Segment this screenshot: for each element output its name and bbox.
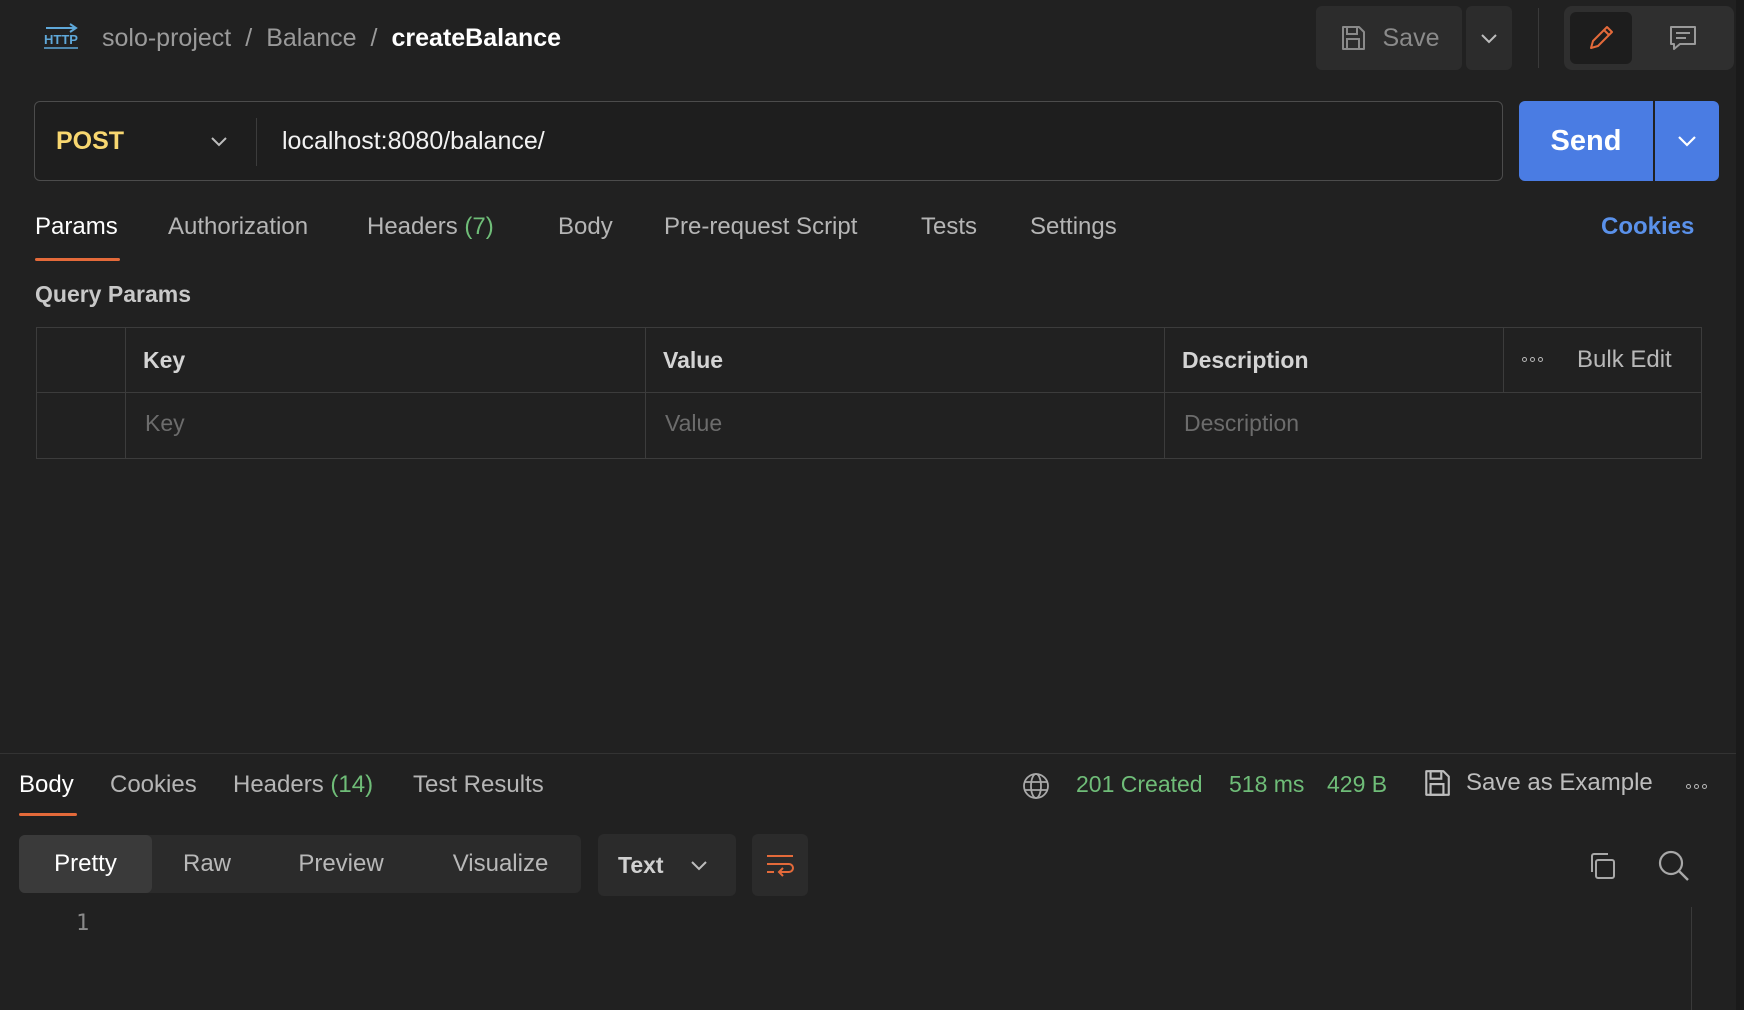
view-preview[interactable]: Preview — [262, 835, 420, 893]
window-edge — [1736, 0, 1744, 1010]
response-headers-count: (14) — [330, 771, 374, 798]
response-headers-label: Headers — [233, 771, 324, 798]
breadcrumb-separator: / — [245, 23, 253, 52]
active-tab-indicator — [19, 813, 77, 816]
edit-mode-button[interactable] — [1570, 12, 1632, 64]
response-tab-body[interactable]: Body — [19, 771, 74, 799]
column-divider — [1164, 327, 1165, 459]
chevron-down-icon — [690, 859, 708, 871]
format-select[interactable]: Text — [598, 834, 736, 896]
more-dots-icon[interactable] — [1522, 357, 1543, 362]
format-label: Text — [618, 851, 664, 878]
copy-icon[interactable] — [1582, 846, 1622, 886]
send-options-button[interactable] — [1655, 101, 1719, 181]
tab-pre-request-script[interactable]: Pre-request Script — [664, 213, 857, 241]
tab-params[interactable]: Params — [35, 213, 118, 241]
status-code[interactable]: 201 Created — [1076, 771, 1203, 798]
response-tab-test-results[interactable]: Test Results — [413, 771, 544, 799]
view-raw[interactable]: Raw — [152, 835, 262, 893]
tab-settings[interactable]: Settings — [1030, 213, 1117, 241]
save-label: Save — [1382, 23, 1440, 52]
bulk-edit-button[interactable]: Bulk Edit — [1577, 346, 1672, 374]
param-value-input[interactable] — [665, 403, 1145, 443]
floppy-disk-icon — [1422, 768, 1452, 798]
divider — [256, 118, 257, 166]
response-pane-divider[interactable] — [0, 753, 1744, 754]
active-tab-indicator — [35, 258, 120, 261]
save-options-button[interactable] — [1466, 6, 1512, 70]
column-divider — [645, 327, 646, 459]
globe-icon[interactable] — [1021, 771, 1051, 801]
query-params-title: Query Params — [35, 281, 191, 307]
tab-body[interactable]: Body — [558, 213, 613, 241]
table-row-divider — [36, 392, 1702, 393]
save-button[interactable]: Save — [1316, 6, 1462, 70]
param-description-input[interactable] — [1184, 403, 1684, 443]
column-header-key: Key — [143, 347, 186, 373]
view-visualize[interactable]: Visualize — [420, 835, 581, 893]
wrap-lines-button[interactable] — [752, 834, 808, 896]
cookies-link[interactable]: Cookies — [1601, 213, 1694, 241]
column-header-description: Description — [1182, 347, 1309, 373]
breadcrumb-collection[interactable]: solo-project — [102, 24, 231, 53]
tab-authorization[interactable]: Authorization — [168, 213, 308, 241]
chevron-down-icon — [1480, 32, 1498, 44]
url-input[interactable] — [282, 112, 1482, 170]
column-header-value: Value — [663, 347, 724, 373]
breadcrumb-separator: / — [370, 23, 378, 52]
line-number: 1 — [76, 911, 90, 936]
wrap-lines-icon — [764, 851, 796, 879]
breadcrumb-folder[interactable]: Balance — [266, 24, 356, 53]
method-label: POST — [56, 126, 125, 155]
chevron-down-icon — [210, 135, 228, 147]
save-as-example-label: Save as Example — [1466, 769, 1653, 796]
tab-headers-label: Headers — [367, 213, 458, 240]
view-pretty[interactable]: Pretty — [19, 835, 152, 893]
request-name[interactable]: createBalance — [392, 24, 562, 53]
column-divider — [1503, 327, 1504, 393]
response-tab-headers[interactable]: Headers (14) — [233, 771, 373, 799]
response-tab-cookies[interactable]: Cookies — [110, 771, 197, 799]
editor-scroll-edge — [1691, 907, 1692, 1010]
http-icon: HTTP — [40, 20, 82, 54]
tab-tests[interactable]: Tests — [921, 213, 977, 241]
save-as-example-button[interactable]: Save as Example — [1422, 768, 1653, 798]
param-key-input[interactable] — [145, 403, 625, 443]
documentation-button[interactable] — [1640, 12, 1726, 64]
method-select[interactable]: POST — [34, 101, 254, 181]
tab-headers[interactable]: Headers (7) — [367, 213, 494, 241]
floppy-disk-icon — [1339, 24, 1367, 52]
documentation-icon — [1668, 23, 1698, 53]
column-divider — [125, 327, 126, 459]
send-button[interactable]: Send — [1519, 101, 1653, 181]
response-time[interactable]: 518 ms — [1229, 771, 1304, 798]
breadcrumb: solo-project / Balance / createBalance — [102, 18, 561, 58]
more-dots-icon[interactable] — [1686, 784, 1707, 789]
headers-count: (7) — [464, 213, 494, 240]
search-icon[interactable] — [1654, 846, 1694, 886]
svg-text:HTTP: HTTP — [44, 32, 78, 47]
response-size[interactable]: 429 B — [1327, 771, 1387, 798]
pencil-icon — [1586, 23, 1616, 53]
divider — [1538, 8, 1539, 68]
chevron-down-icon — [1677, 135, 1697, 147]
